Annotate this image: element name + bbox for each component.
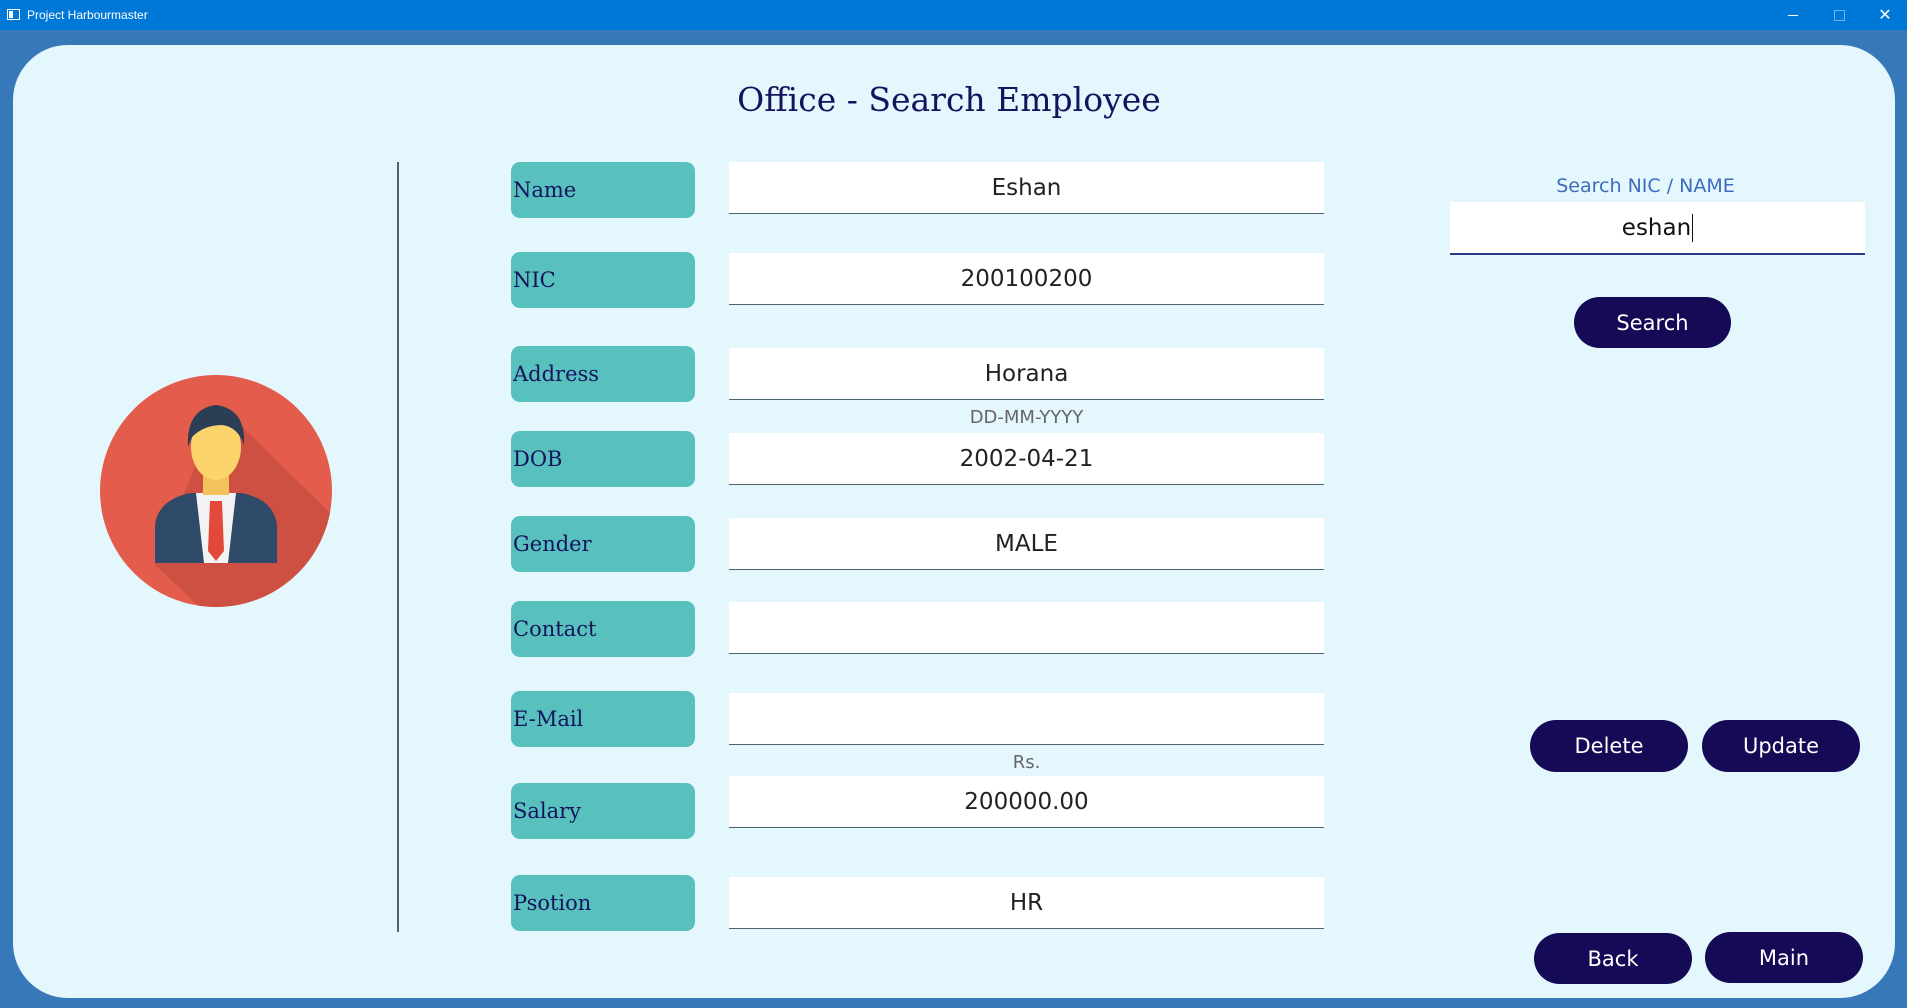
- salary-currency-hint: Rs.: [1012, 752, 1041, 773]
- app-window-icon: [7, 9, 20, 20]
- name-field[interactable]: Eshan: [729, 162, 1324, 214]
- maximize-icon: [1833, 9, 1845, 21]
- minimize-button[interactable]: [1770, 0, 1816, 30]
- main-panel: Office - Search Employee Name Eshan NIC …: [13, 45, 1895, 998]
- delete-button[interactable]: Delete: [1530, 720, 1688, 772]
- position-field[interactable]: HR: [729, 877, 1324, 929]
- dob-field[interactable]: 2002-04-21: [729, 433, 1324, 485]
- main-button[interactable]: Main: [1705, 932, 1863, 983]
- search-button[interactable]: Search: [1574, 297, 1731, 348]
- back-button[interactable]: Back: [1534, 933, 1692, 984]
- close-window-button[interactable]: ✕: [1862, 0, 1907, 30]
- label-position: Psotion: [511, 875, 695, 931]
- address-field[interactable]: Horana: [729, 348, 1324, 400]
- label-name: Name: [511, 162, 695, 218]
- minimize-icon: [1788, 14, 1798, 16]
- label-dob: DOB: [511, 431, 695, 487]
- label-email: E-Mail: [511, 691, 695, 747]
- label-contact: Contact: [511, 601, 695, 657]
- gender-field[interactable]: MALE: [729, 518, 1324, 570]
- salary-field[interactable]: 200000.00: [729, 776, 1324, 828]
- nic-field[interactable]: 200100200: [729, 253, 1324, 305]
- page-title: Office - Search Employee: [737, 80, 1161, 119]
- search-label: Search NIC / NAME: [1556, 175, 1735, 197]
- maximize-button[interactable]: [1816, 0, 1862, 30]
- close-icon: ✕: [1878, 5, 1892, 24]
- dob-format-hint: DD-MM-YYYY: [969, 407, 1084, 428]
- search-input[interactable]: eshan: [1450, 202, 1865, 255]
- vertical-divider: [397, 162, 399, 932]
- text-caret: [1692, 213, 1694, 242]
- search-input-value: eshan: [1621, 214, 1692, 241]
- businessman-avatar-icon: [100, 375, 332, 607]
- label-nic: NIC: [511, 252, 695, 308]
- update-button[interactable]: Update: [1702, 720, 1860, 772]
- email-field[interactable]: [729, 693, 1324, 745]
- label-salary: Salary: [511, 783, 695, 839]
- label-address: Address: [511, 346, 695, 402]
- label-gender: Gender: [511, 516, 695, 572]
- window-title: Project Harbourmaster: [27, 8, 148, 22]
- window-title-bar: Project Harbourmaster ✕: [0, 0, 1907, 30]
- contact-field[interactable]: [729, 602, 1324, 654]
